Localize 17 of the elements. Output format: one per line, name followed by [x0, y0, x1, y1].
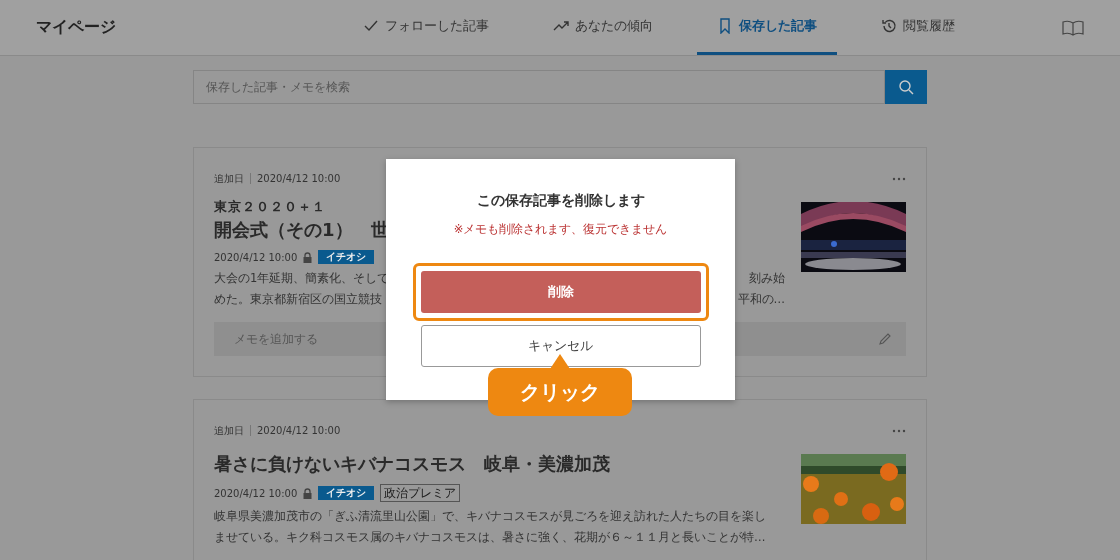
added-date: 追加日 2020/4/12 10:00: [214, 424, 341, 438]
summary-text: 刻み始: [749, 270, 785, 287]
summary-text: ませている。キク科コスモス属のキバナコスモスは、暑さに強く、花期が６～１１月と長いことが特…: [214, 529, 766, 546]
summary-text: 岐阜県美濃加茂市の「ぎふ清流里山公園」で、キバナコスモスが見ごろを迎え訪れた人たちの目を楽し: [214, 508, 766, 525]
article-kicker: 東京２０２０＋１: [214, 198, 326, 216]
article-tag: イチオシ: [318, 250, 375, 264]
article-tag: イチオシ: [318, 486, 375, 500]
dialog-title: この保存記事を削除します: [476, 192, 645, 210]
publish-date: 2020/4/12 10:00: [214, 487, 298, 499]
click-callout: クリック: [488, 368, 632, 416]
publish-date: 2020/4/12 10:00: [214, 251, 298, 263]
summary-text: 平和の…: [737, 291, 785, 308]
page-title: マイページ: [36, 17, 117, 38]
article-tag: 政治プレミア: [380, 484, 461, 502]
added-date: 追加日 2020/4/12 10:00: [214, 172, 341, 186]
warning-text: ※メモも削除されます、復元できません: [453, 222, 668, 237]
summary-text: めた。東京都新宿区の国立競技: [214, 291, 382, 308]
